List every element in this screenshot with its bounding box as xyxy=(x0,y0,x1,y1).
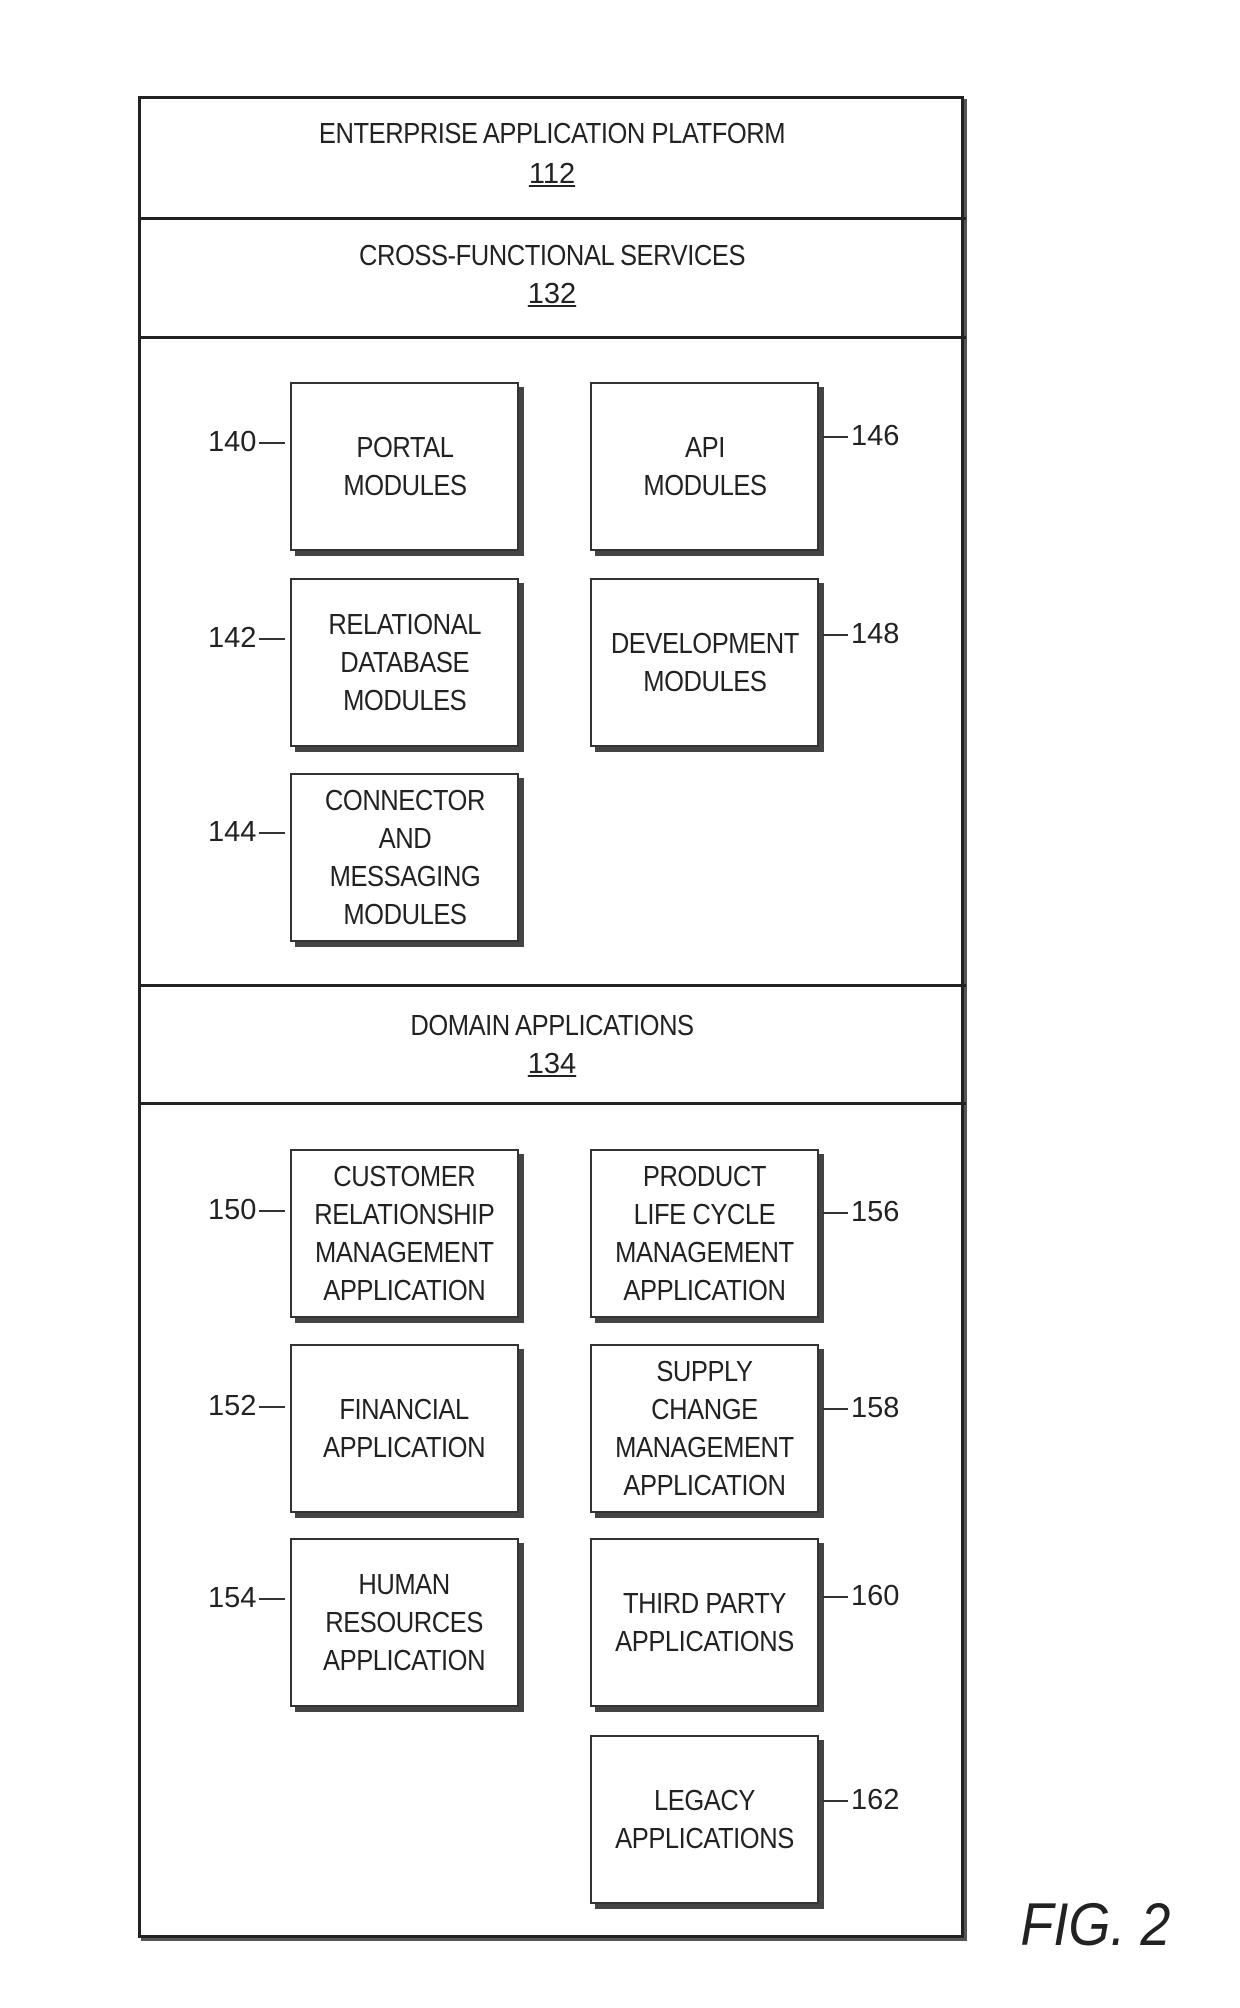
figure-label: FIG. 2 xyxy=(1020,1891,1171,1958)
ref-152: 152 xyxy=(208,1390,257,1422)
cross-functional-ref: 132 xyxy=(138,278,966,311)
divider-modules xyxy=(138,984,966,987)
portal-modules-label: PORTAL MODULES xyxy=(342,431,467,502)
crm-application-box: CUSTOMER RELATIONSHIP MANAGEMENT APPLICA… xyxy=(290,1149,519,1318)
leader-line xyxy=(822,1211,848,1214)
callout-150: 150 xyxy=(208,1194,286,1227)
domain-applications-ref: 134 xyxy=(138,1048,966,1081)
product-lifecycle-application-box: PRODUCT LIFE CYCLE MANAGEMENT APPLICATIO… xyxy=(590,1149,819,1318)
platform-ref: 112 xyxy=(138,158,966,191)
domain-applications-title: DOMAIN APPLICATIONS xyxy=(410,1010,694,1042)
leader-line xyxy=(822,1595,848,1598)
leader-line xyxy=(259,1405,286,1408)
ref-144: 144 xyxy=(208,816,257,848)
leader-line xyxy=(822,1407,848,1410)
callout-158: 158 xyxy=(822,1392,899,1425)
ref-146: 146 xyxy=(851,420,900,452)
ref-154: 154 xyxy=(208,1582,257,1614)
callout-148: 148 xyxy=(822,618,899,651)
human-resources-application-box: HUMAN RESOURCES APPLICATION xyxy=(290,1538,519,1707)
api-modules-label: API MODULES xyxy=(642,431,767,502)
leader-line xyxy=(259,1209,286,1212)
ref-140: 140 xyxy=(208,426,257,458)
financial-application-box: FINANCIAL APPLICATION xyxy=(290,1344,519,1513)
callout-156: 156 xyxy=(822,1196,899,1229)
ref-150: 150 xyxy=(208,1194,257,1226)
legacy-applications-box: LEGACY APPLICATIONS xyxy=(590,1735,819,1904)
supply-change-application-label: SUPPLY CHANGE MANAGEMENT APPLICATION xyxy=(615,1355,794,1502)
human-resources-application-label: HUMAN RESOURCES APPLICATION xyxy=(323,1568,486,1677)
product-lifecycle-application-label: PRODUCT LIFE CYCLE MANAGEMENT APPLICATIO… xyxy=(615,1160,794,1307)
relational-database-modules-box: RELATIONAL DATABASE MODULES xyxy=(290,578,519,747)
third-party-applications-label: THIRD PARTY APPLICATIONS xyxy=(615,1587,794,1658)
ref-158: 158 xyxy=(851,1392,900,1424)
callout-140: 140 xyxy=(208,426,286,459)
divider-platform xyxy=(138,217,966,220)
ref-142: 142 xyxy=(208,622,257,654)
connector-messaging-modules-box: CONNECTOR AND MESSAGING MODULES xyxy=(290,773,519,942)
callout-162: 162 xyxy=(822,1784,899,1817)
cross-functional-ref-number: 132 xyxy=(527,278,577,310)
api-modules-box: API MODULES xyxy=(590,382,819,551)
leader-line xyxy=(259,441,286,444)
ref-162: 162 xyxy=(851,1784,900,1816)
portal-modules-box: PORTAL MODULES xyxy=(290,382,519,551)
crm-application-label: CUSTOMER RELATIONSHIP MANAGEMENT APPLICA… xyxy=(314,1160,495,1307)
ref-148: 148 xyxy=(851,618,900,650)
leader-line xyxy=(259,831,286,834)
leader-line xyxy=(822,633,848,636)
relational-database-modules-label: RELATIONAL DATABASE MODULES xyxy=(328,608,481,717)
development-modules-label: DEVELOPMENT MODULES xyxy=(610,627,799,698)
supply-change-application-box: SUPPLY CHANGE MANAGEMENT APPLICATION xyxy=(590,1344,819,1513)
platform-ref-number: 112 xyxy=(528,158,576,190)
ref-156: 156 xyxy=(851,1196,900,1228)
connector-messaging-modules-label: CONNECTOR AND MESSAGING MODULES xyxy=(324,784,485,931)
cross-functional-title: CROSS-FUNCTIONAL SERVICES xyxy=(358,240,746,272)
domain-ref-number: 134 xyxy=(527,1048,577,1080)
legacy-applications-label: LEGACY APPLICATIONS xyxy=(615,1784,794,1855)
callout-142: 142 xyxy=(208,622,286,655)
divider-cross-functional xyxy=(138,336,966,339)
leader-line xyxy=(259,1597,286,1600)
callout-144: 144 xyxy=(208,816,286,849)
ref-160: 160 xyxy=(851,1580,900,1612)
leader-line xyxy=(822,1799,848,1802)
callout-154: 154 xyxy=(208,1582,286,1615)
development-modules-box: DEVELOPMENT MODULES xyxy=(590,578,819,747)
divider-domain xyxy=(138,1102,966,1105)
callout-152: 152 xyxy=(208,1390,286,1423)
financial-application-label: FINANCIAL APPLICATION xyxy=(323,1393,486,1464)
leader-line xyxy=(259,637,286,640)
third-party-applications-box: THIRD PARTY APPLICATIONS xyxy=(590,1538,819,1707)
platform-title: ENTERPRISE APPLICATION PLATFORM xyxy=(318,118,786,150)
callout-146: 146 xyxy=(822,420,899,453)
callout-160: 160 xyxy=(822,1580,899,1613)
leader-line xyxy=(822,435,848,438)
